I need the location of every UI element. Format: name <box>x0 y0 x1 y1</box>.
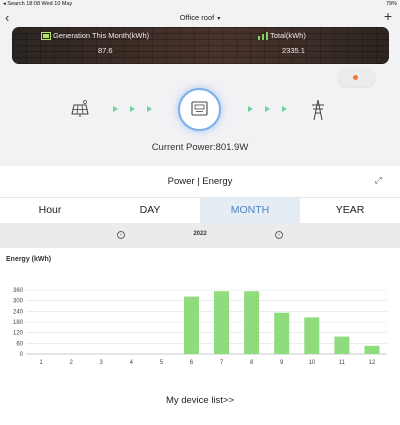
y-tick-label: 120 <box>13 331 24 337</box>
flow-arrow <box>113 106 118 112</box>
x-tick-label: 3 <box>100 360 104 366</box>
y-tick-label: 360 <box>13 288 24 294</box>
x-tick-label: 6 <box>190 360 194 366</box>
current-power: Current Power:801.9W <box>151 142 249 153</box>
flow-arrow <box>130 106 135 112</box>
period-tabs: Hour DAY MONTH YEAR <box>0 197 400 223</box>
bar-month-8[interactable] <box>244 291 260 354</box>
flow-arrow <box>265 106 270 112</box>
section-title: Power | Energy <box>167 176 233 187</box>
status-bar: ◂ Search 18:08 Wed 10 May 79% <box>0 0 400 9</box>
bar-month-11[interactable] <box>334 336 350 354</box>
y-tick-label: 300 <box>13 299 24 305</box>
inverter-button[interactable] <box>178 88 221 131</box>
nav-bar: ‹ Office roof ▾ + <box>0 8 400 29</box>
chart-ylabel: Energy (kWh) <box>6 256 52 263</box>
expand-icon[interactable]: ⤢ <box>375 175 382 186</box>
device-status-pill[interactable] <box>338 69 375 86</box>
bar-month-10[interactable] <box>304 317 320 354</box>
summary-banner: Generation This Month(kWh) 87.6 Total(kW… <box>12 27 389 64</box>
tab-year[interactable]: YEAR <box>300 198 400 223</box>
generation-label: Generation This Month(kWh) <box>53 31 150 40</box>
tab-hour[interactable]: Hour <box>0 198 100 223</box>
x-tick-label: 11 <box>339 360 346 366</box>
status-battery: 79% <box>385 1 397 7</box>
bar-month-9[interactable] <box>274 312 290 354</box>
inverter-icon <box>191 101 208 116</box>
plant-title-text: Office roof <box>179 13 215 22</box>
power-tower-icon <box>312 99 324 121</box>
tab-day[interactable]: DAY <box>100 198 200 223</box>
generation-value: 87.6 <box>98 46 113 55</box>
x-tick-label: 12 <box>369 360 376 366</box>
battery-icon <box>41 32 51 40</box>
y-tick-label: 0 <box>20 352 24 358</box>
plant-title[interactable]: Office roof ▾ <box>0 13 400 22</box>
total-value: 2335.1 <box>282 46 305 55</box>
flow-arrow <box>282 106 287 112</box>
x-tick-label: 9 <box>280 360 284 366</box>
bar-month-7[interactable] <box>214 291 230 354</box>
y-tick-label: 240 <box>13 309 24 315</box>
y-tick-label: 60 <box>16 341 23 347</box>
device-list-link[interactable]: My device list>> <box>0 395 400 406</box>
x-tick-label: 1 <box>39 360 43 366</box>
energy-bar-chart: 0601201802403003601 2 3 4 5 6 7 8 9 10 11 12 <box>13 288 387 366</box>
status-left: ◂ Search 18:08 Wed 10 May <box>3 1 73 7</box>
tab-month[interactable]: MONTH <box>200 198 300 223</box>
x-tick-label: 10 <box>308 360 315 366</box>
add-button[interactable]: + <box>384 8 392 24</box>
x-tick-label: 2 <box>69 360 73 366</box>
bar-chart-icon <box>258 32 268 40</box>
year-selector: ‹ 2022 › <box>0 223 400 248</box>
x-tick-label: 4 <box>130 360 134 366</box>
next-year-button[interactable]: › <box>275 231 283 239</box>
x-tick-label: 8 <box>250 360 254 366</box>
bar-month-12[interactable] <box>364 345 380 354</box>
y-tick-label: 180 <box>13 320 24 326</box>
x-tick-label: 7 <box>220 360 224 366</box>
chevron-down-icon: ▾ <box>217 16 221 22</box>
flow-arrow <box>147 106 152 112</box>
x-tick-label: 5 <box>160 360 164 366</box>
power-energy-panel: Power | Energy ⤢ Hour DAY MONTH YEAR ‹ 2… <box>0 166 400 425</box>
status-dot-icon <box>353 75 358 80</box>
total-label: Total(kWh) <box>270 31 306 40</box>
year-label: 2022 <box>193 231 207 237</box>
flow-arrow <box>248 106 253 112</box>
bar-month-6[interactable] <box>183 296 199 354</box>
